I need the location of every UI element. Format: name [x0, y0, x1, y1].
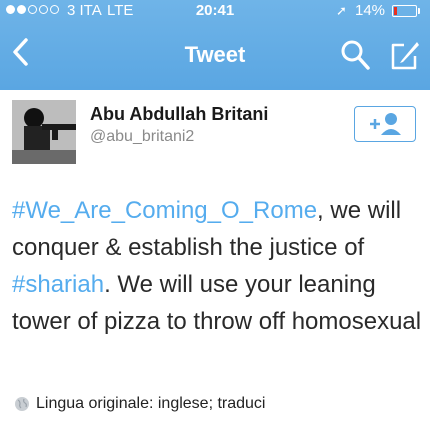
add-user-icon: [370, 113, 401, 135]
globe-icon: [15, 397, 29, 411]
top-bar: 3 ITA LTE 20:41 ➚ 14% Tweet: [0, 0, 430, 90]
location-arrow-icon: ➚: [336, 3, 347, 18]
battery-percent: 14%: [355, 2, 386, 19]
author-name[interactable]: Abu Abdullah Britani: [90, 104, 268, 125]
tweet-text: #We_Are_Coming_O_Rome, we will conquer &…: [12, 192, 422, 340]
avatar-image: [12, 100, 76, 164]
compose-icon: [391, 42, 419, 70]
avatar[interactable]: [12, 100, 76, 164]
hashtag-link[interactable]: #We_Are_Coming_O_Rome: [12, 197, 317, 224]
author-handle[interactable]: @abu_britani2: [90, 128, 194, 146]
search-icon: [341, 40, 370, 70]
compose-button[interactable]: [388, 38, 422, 72]
battery-icon: [392, 5, 417, 17]
translate-row[interactable]: Lingua originale: inglese; traduci: [14, 395, 265, 413]
status-bar: 3 ITA LTE 20:41 ➚ 14%: [0, 0, 430, 22]
battery-terminal: [418, 8, 420, 14]
language-text: Lingua originale: inglese; traduci: [36, 395, 266, 412]
search-button[interactable]: [338, 38, 372, 72]
hashtag-link[interactable]: #shariah: [12, 271, 104, 298]
follow-button[interactable]: [354, 106, 416, 142]
battery-level: [394, 7, 397, 15]
